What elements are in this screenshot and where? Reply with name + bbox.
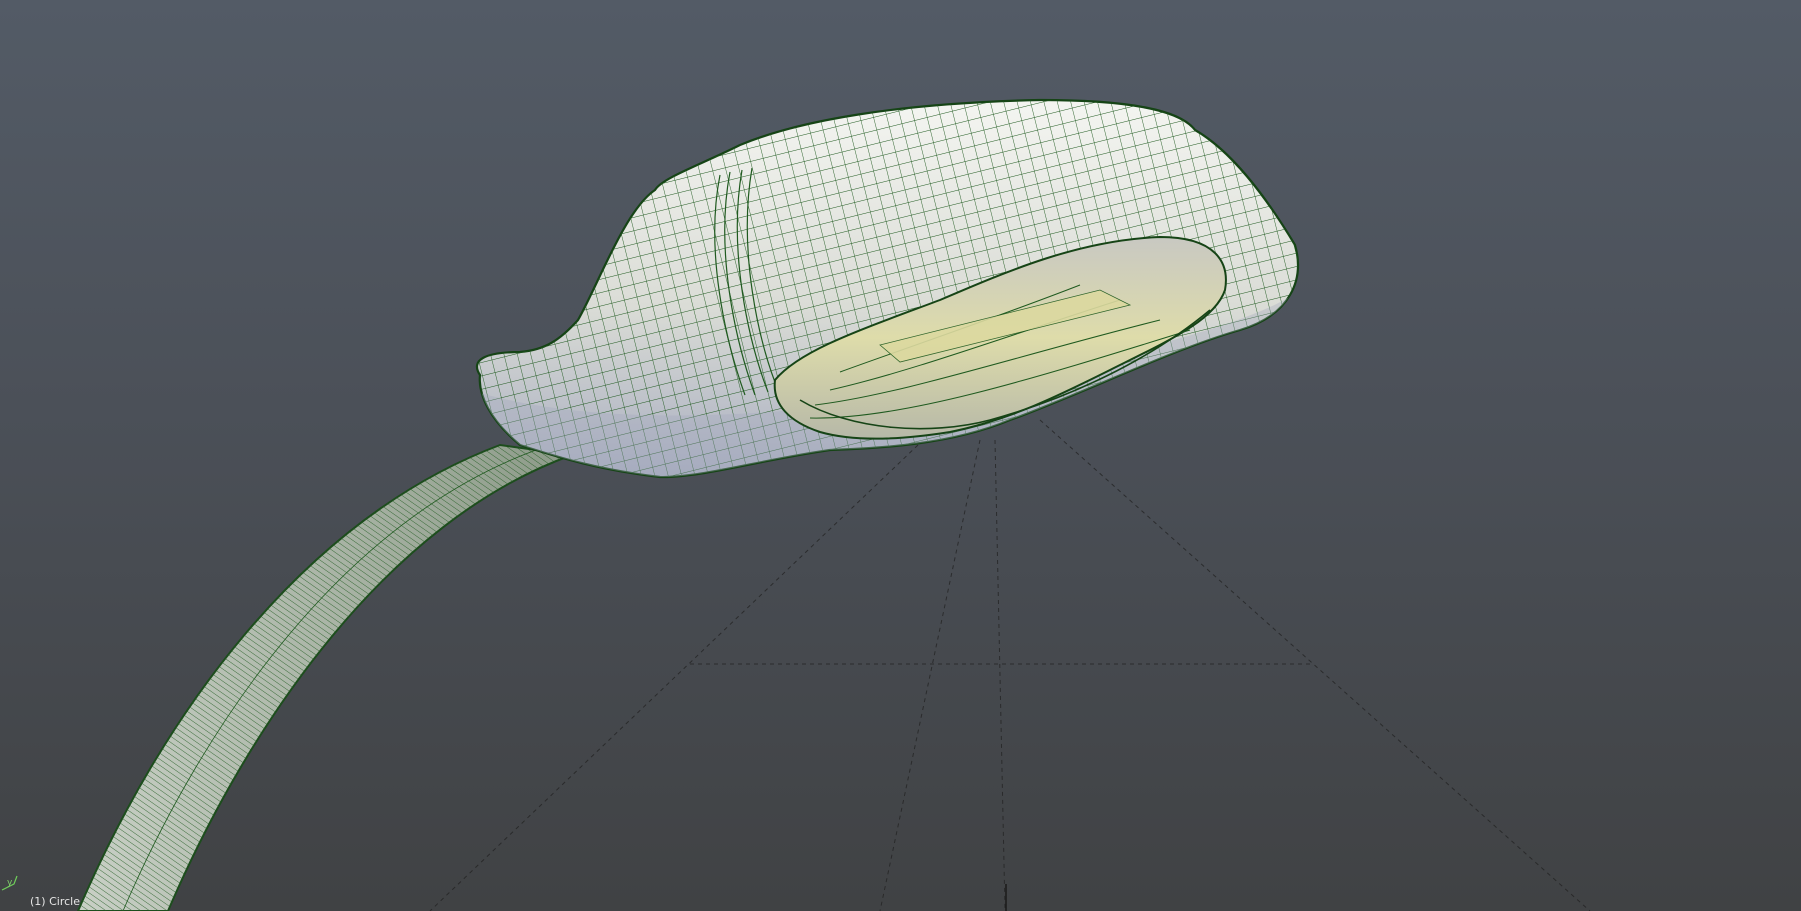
lamp-pole[interactable]	[76, 443, 573, 911]
viewport-canvas[interactable]	[0, 0, 1801, 911]
3d-viewport[interactable]: y (1) Circle	[0, 0, 1801, 911]
active-object-label: (1) Circle	[30, 895, 80, 908]
perspective-guides	[429, 419, 1591, 911]
axis-y-label: y	[7, 878, 13, 888]
lamp-head[interactable]	[470, 90, 1310, 490]
